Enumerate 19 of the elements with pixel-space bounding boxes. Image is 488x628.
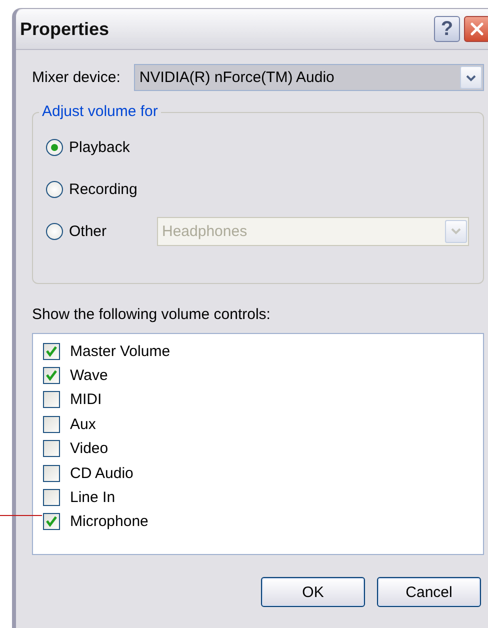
help-button[interactable]: ?	[434, 16, 460, 42]
volume-controls-label: Show the following volume controls:	[32, 306, 272, 323]
group-title: Adjust volume for	[39, 103, 161, 120]
checkbox-label[interactable]: MIDI	[70, 391, 102, 408]
radio-label[interactable]: Other	[69, 222, 135, 240]
radio-label[interactable]: Playback	[69, 138, 135, 156]
checkbox-label[interactable]: CD Audio	[70, 464, 134, 482]
checkbox-label[interactable]: Microphone	[70, 513, 148, 530]
checkbox-label[interactable]: Master Volume	[70, 342, 170, 360]
checkbox-label[interactable]: Line In	[70, 489, 116, 506]
cancel-button[interactable]: Cancel	[377, 577, 481, 607]
checkbox-label[interactable]: Wave	[70, 367, 108, 384]
checkbox-label[interactable]: Video	[70, 440, 108, 458]
window-title: Properties	[20, 18, 110, 40]
ok-button[interactable]: OK	[261, 577, 365, 607]
mixer-device-dropdown[interactable]: NVIDIA(R) nForce(TM) Audio	[134, 64, 484, 91]
mixer-device-label: Mixer device:	[32, 69, 120, 86]
checkbox-label[interactable]: Aux	[70, 416, 96, 433]
radio-label[interactable]: Recording	[69, 180, 138, 198]
